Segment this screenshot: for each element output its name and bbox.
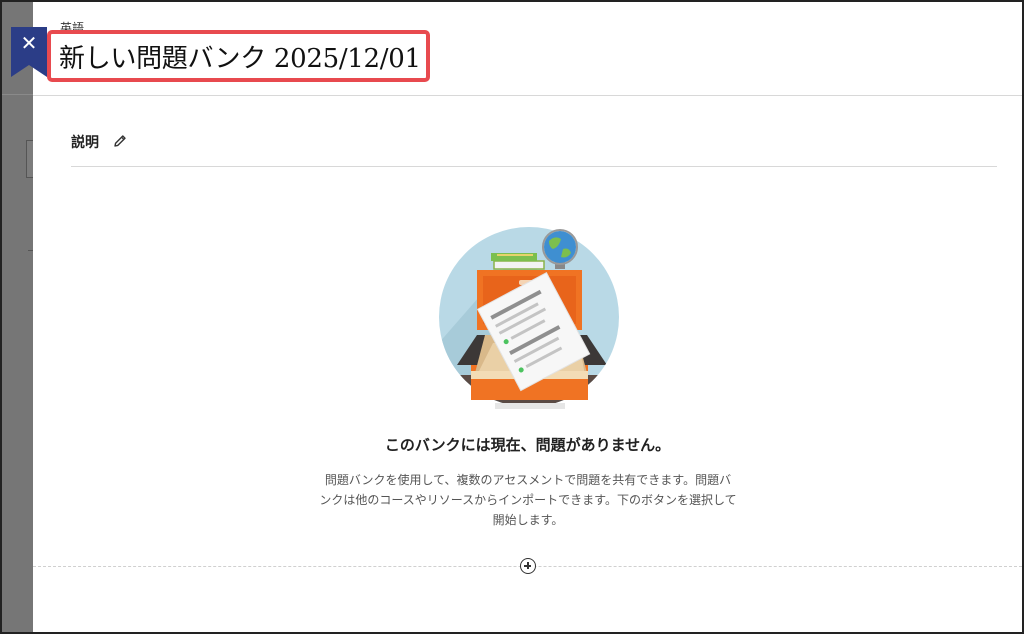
empty-bank-illustration [437, 225, 622, 410]
description-row: 説明 [71, 130, 997, 167]
question-bank-title[interactable]: 新しい問題バンク 2025/12/01 [59, 38, 421, 75]
empty-state-text: 問題バンクを使用して、複数のアセスメントで問題を共有できます。問題バンクは他のコ… [319, 473, 737, 527]
pencil-icon[interactable] [112, 133, 128, 149]
close-button[interactable]: ✕ [11, 27, 47, 77]
close-icon: ✕ [20, 31, 38, 55]
question-bank-panel: 英語 新しい問題バンク 2025/12/01 説明 このバンクには現在、問題があ… [33, 0, 1022, 634]
empty-state-title: このバンクには現在、問題がありません。 [384, 436, 671, 454]
description-label: 説明 [71, 135, 99, 151]
panel-header: 英語 新しい問題バンク 2025/12/01 [33, 0, 1022, 96]
add-question-button[interactable] [520, 558, 536, 574]
